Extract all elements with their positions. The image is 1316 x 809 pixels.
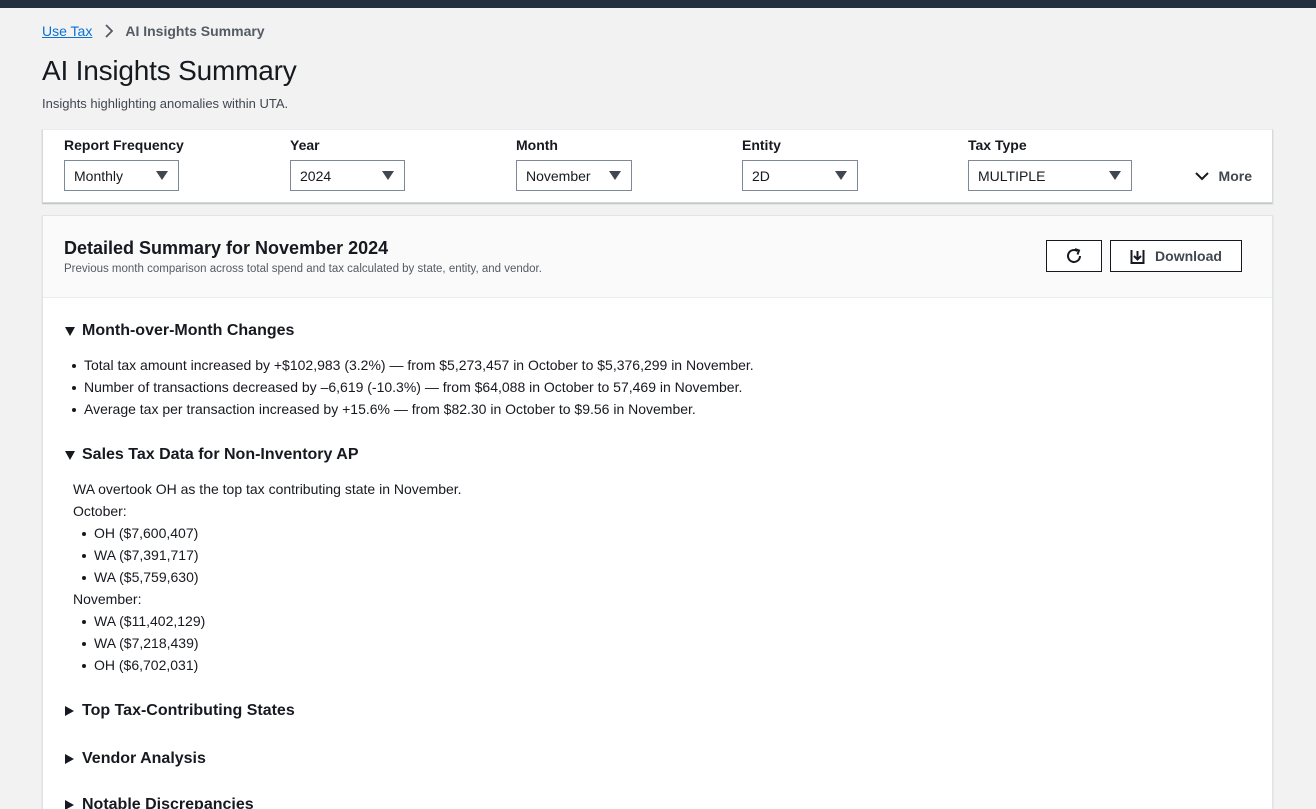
report-frequency-select[interactable]: Monthly: [64, 160, 179, 191]
report-frequency-label: Report Frequency: [64, 137, 184, 153]
download-label: Download: [1155, 248, 1222, 264]
download-button[interactable]: Download: [1110, 240, 1242, 272]
section-top-states-toggle[interactable]: Top Tax-Contributing States: [65, 702, 295, 720]
page-title: AI Insights Summary: [42, 55, 297, 86]
caret-down-icon: [156, 171, 168, 180]
section-vendor-title: Vendor Analysis: [82, 750, 206, 767]
list-item: WA ($7,391,717): [82, 544, 199, 566]
caret-down-icon: [65, 326, 75, 336]
filter-report-frequency: Report Frequency Monthly: [64, 137, 184, 191]
entity-select[interactable]: 2D: [742, 160, 858, 191]
more-filters-toggle[interactable]: More: [1194, 168, 1252, 184]
list-item: WA ($11,402,129): [81, 610, 205, 632]
caret-right-icon: [65, 800, 74, 809]
page-description: Insights highlighting anomalies within U…: [42, 96, 289, 111]
report-frequency-value: Monthly: [74, 167, 124, 184]
breadcrumb-use-tax-link[interactable]: Use Tax: [42, 23, 92, 39]
chevron-right-icon: [105, 24, 114, 38]
refresh-icon: [1067, 248, 1081, 263]
caret-down-icon: [65, 450, 75, 460]
download-icon: [1130, 249, 1145, 264]
breadcrumb: Use Tax AI Insights Summary: [42, 23, 265, 39]
section-vendor-toggle[interactable]: Vendor Analysis: [65, 750, 206, 768]
sales-intro: WA overtook OH as the top tax contributi…: [73, 481, 462, 497]
tax-type-select[interactable]: MULTIPLE: [968, 160, 1132, 191]
mom-list: Total tax amount increased by +$102,983 …: [72, 354, 754, 420]
tax-type-label: Tax Type: [968, 137, 1027, 153]
more-label: More: [1218, 168, 1252, 184]
section-sales-title: Sales Tax Data for Non-Inventory AP: [82, 446, 359, 463]
list-item: Total tax amount increased by +$102,983 …: [72, 354, 754, 376]
october-label: October:: [73, 503, 127, 519]
november-label: November:: [73, 591, 142, 607]
month-select[interactable]: November: [516, 160, 632, 191]
entity-label: Entity: [742, 137, 781, 153]
section-discrepancies-toggle[interactable]: Notable Discrepancies: [65, 796, 254, 809]
section-top-states-title: Top Tax-Contributing States: [82, 702, 295, 719]
chevron-down-icon: [1194, 171, 1209, 180]
entity-value: 2D: [752, 167, 770, 184]
caret-right-icon: [65, 754, 74, 764]
filter-year: Year 2024: [290, 137, 405, 191]
filter-entity: Entity 2D: [742, 137, 858, 191]
section-mom-toggle[interactable]: Month-over-Month Changes: [65, 322, 294, 340]
october-list: OH ($7,600,407) WA ($7,391,717) WA ($5,7…: [82, 522, 199, 588]
filter-panel: Report Frequency Monthly Year 2024 Month…: [42, 129, 1273, 203]
list-item: WA ($7,218,439): [81, 632, 205, 654]
filter-tax-type: Tax Type MULTIPLE: [968, 137, 1132, 191]
month-value: November: [526, 167, 591, 184]
caret-down-icon: [609, 171, 621, 180]
summary-subtitle: Previous month comparison across total s…: [64, 263, 542, 275]
top-nav-bar: [0, 0, 1316, 8]
november-list: WA ($11,402,129) WA ($7,218,439) OH ($6,…: [81, 610, 205, 676]
caret-down-icon: [1109, 171, 1121, 180]
section-sales-toggle[interactable]: Sales Tax Data for Non-Inventory AP: [65, 446, 359, 464]
caret-down-icon: [382, 171, 394, 180]
list-item: OH ($7,600,407): [82, 522, 199, 544]
list-item: Number of transactions decreased by –6,6…: [72, 376, 754, 398]
summary-title: Detailed Summary for November 2024: [64, 238, 389, 258]
tax-type-value: MULTIPLE: [978, 167, 1046, 184]
list-item: OH ($6,702,031): [81, 654, 205, 676]
refresh-button[interactable]: [1046, 240, 1102, 272]
filter-month: Month November: [516, 137, 632, 191]
detailed-summary-panel: Detailed Summary for November 2024 Previ…: [42, 215, 1273, 809]
list-item: Average tax per transaction increased by…: [72, 398, 754, 420]
list-item: WA ($5,759,630): [82, 566, 199, 588]
year-select[interactable]: 2024: [290, 160, 405, 191]
year-label: Year: [290, 137, 320, 153]
caret-down-icon: [835, 171, 847, 180]
year-value: 2024: [300, 167, 332, 184]
summary-header: Detailed Summary for November 2024 Previ…: [43, 216, 1272, 298]
breadcrumb-current: AI Insights Summary: [125, 23, 265, 39]
section-discrepancies-title: Notable Discrepancies: [82, 796, 254, 809]
section-mom-title: Month-over-Month Changes: [82, 322, 295, 339]
month-label: Month: [516, 137, 558, 153]
caret-right-icon: [65, 706, 74, 716]
